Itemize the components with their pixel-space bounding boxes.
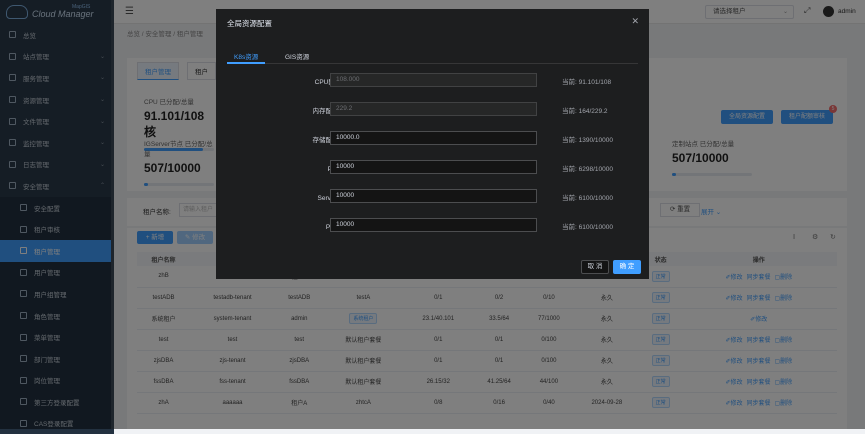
- active-tab-indicator: [227, 62, 265, 64]
- quota-row: 内存配额(GB):229.2当前: 164/229.2: [216, 102, 649, 116]
- quota-row: Service总数:10000当前: 6100/10000: [216, 189, 649, 203]
- quota-row: Pod总数:10000当前: 6298/10000: [216, 160, 649, 174]
- quota-current: 当前: 164/229.2: [562, 108, 608, 115]
- dialog-tabs: K8s资源 GIS资源: [227, 49, 638, 64]
- quota-row: 存储配额(GB):10000.0当前: 1390/10000: [216, 131, 649, 145]
- confirm-button[interactable]: 确 定: [613, 260, 641, 274]
- cancel-button[interactable]: 取 消: [581, 260, 609, 274]
- quota-input[interactable]: 10000: [330, 160, 537, 174]
- quota-current: 当前: 6100/10000: [562, 195, 613, 202]
- quota-input[interactable]: 10000: [330, 189, 537, 203]
- quota-row: CPU配额(核):108.000当前: 91.101/108: [216, 73, 649, 87]
- quota-current: 当前: 6100/10000: [562, 224, 613, 231]
- dialog-title: 全局资源配置: [227, 19, 272, 28]
- quota-input[interactable]: 10000.0: [330, 131, 537, 145]
- quota-current: 当前: 91.101/108: [562, 79, 612, 86]
- tab-k8s[interactable]: K8s资源: [234, 51, 258, 61]
- tab-gis[interactable]: GIS资源: [285, 51, 309, 61]
- quota-input: 108.000: [330, 73, 537, 87]
- close-icon[interactable]: ✕: [631, 16, 639, 27]
- quota-row: PVC总数:10000当前: 6100/10000: [216, 218, 649, 232]
- quota-current: 当前: 1390/10000: [562, 137, 613, 144]
- global-resource-dialog: 全局资源配置 ✕ K8s资源 GIS资源 CPU配额(核):108.000当前:…: [216, 9, 649, 279]
- dialog-footer: 取 消 确 定: [216, 257, 649, 279]
- quota-input: 229.2: [330, 102, 537, 116]
- quota-input[interactable]: 10000: [330, 218, 537, 232]
- quota-current: 当前: 6298/10000: [562, 166, 613, 173]
